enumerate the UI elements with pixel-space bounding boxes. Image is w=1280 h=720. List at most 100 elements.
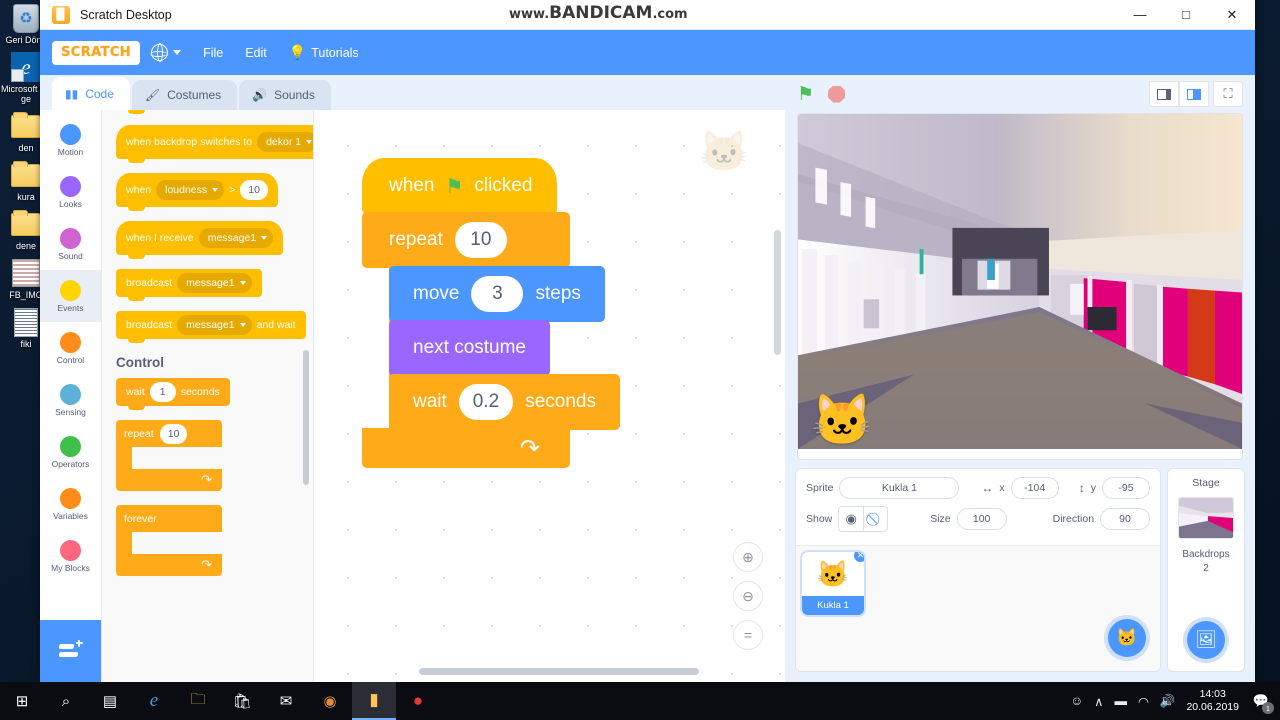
- stage-canvas[interactable]: 🐱: [797, 113, 1243, 460]
- file-explorer-button[interactable]: 🗀: [176, 682, 220, 720]
- tab-code[interactable]: ▮▮ Code: [52, 77, 130, 110]
- large-stage-button[interactable]: [1179, 81, 1209, 107]
- tab-sounds[interactable]: 🔊 Sounds: [239, 80, 331, 110]
- variables-color-dot: [60, 487, 81, 509]
- repeat-count-input[interactable]: 10: [159, 423, 188, 444]
- palette-block-broadcast[interactable]: broadcast message1: [116, 269, 313, 301]
- script-stack[interactable]: when ⚑ clicked repeat 10 move 3 steps ne…: [362, 158, 620, 468]
- category-events[interactable]: Events: [40, 270, 101, 322]
- palette-block-wait-seconds[interactable]: wait 1 seconds: [116, 378, 313, 410]
- palette-block-when-loudness[interactable]: when loudness > 10: [116, 173, 313, 211]
- mail-button[interactable]: ✉: [264, 682, 308, 720]
- backdrop-dropdown[interactable]: dekor 1: [257, 132, 313, 152]
- repeat-count-input[interactable]: 10: [454, 222, 507, 258]
- category-sound[interactable]: Sound: [40, 218, 101, 270]
- direction-input[interactable]: 90: [1100, 508, 1150, 530]
- y-position-input[interactable]: -95: [1101, 477, 1150, 499]
- repeat-bottom[interactable]: ↷: [362, 428, 570, 468]
- menu-edit[interactable]: Edit: [234, 30, 278, 75]
- category-looks[interactable]: Looks: [40, 166, 101, 218]
- palette-block-forever[interactable]: forever ↷: [116, 505, 222, 576]
- category-motion[interactable]: Motion: [40, 114, 101, 166]
- sprite-area: Sprite Kukla 1 ↔ x -104 ↕ y -95 Show ◉ S…: [785, 460, 1255, 682]
- sprite-name-input[interactable]: Kukla 1: [839, 477, 960, 499]
- canvas-horizontal-scrollbar[interactable]: [419, 668, 699, 675]
- show-hidden-icons-button[interactable]: ∧: [1094, 694, 1103, 709]
- message-dropdown[interactable]: message1: [177, 273, 252, 293]
- add-sprite-button[interactable]: 🐱: [1108, 619, 1146, 657]
- block-palette[interactable]: when backdrop switches to dekor 1 when l…: [102, 110, 314, 682]
- palette-block-when-backdrop-switches[interactable]: when backdrop switches to dekor 1: [116, 125, 313, 163]
- block-when-flag-clicked[interactable]: when ⚑ clicked: [362, 158, 557, 214]
- people-icon[interactable]: ☺: [1071, 694, 1084, 708]
- zoom-in-button[interactable]: ⊕: [733, 542, 763, 572]
- language-selector[interactable]: [140, 30, 192, 75]
- block-wait-seconds[interactable]: wait 0.2 seconds: [389, 374, 620, 436]
- message-dropdown[interactable]: message1: [198, 228, 274, 248]
- move-steps-input[interactable]: 3: [471, 276, 524, 312]
- minimize-button[interactable]: —: [1117, 0, 1163, 30]
- wifi-icon[interactable]: ◠: [1138, 694, 1149, 709]
- code-canvas[interactable]: 🐱 when ⚑ clicked repeat 10 move 3 steps …: [314, 110, 785, 682]
- category-my-blocks[interactable]: My Blocks: [40, 530, 101, 582]
- zoom-out-button[interactable]: ⊖: [733, 581, 763, 611]
- wait-seconds-input[interactable]: 0.2: [458, 384, 514, 420]
- notification-center-button[interactable]: 💬 1: [1250, 690, 1274, 714]
- add-extension-button[interactable]: [40, 620, 101, 682]
- show-on-button[interactable]: ◉: [839, 507, 864, 531]
- menu-tutorials[interactable]: 💡 Tutorials: [278, 30, 370, 75]
- block-repeat[interactable]: repeat 10: [362, 212, 570, 268]
- loop-arrow-icon: ↷: [201, 557, 212, 572]
- add-backdrop-button[interactable]: 🖼: [1187, 621, 1225, 659]
- bandicam-taskbar-button[interactable]: ●: [396, 682, 440, 720]
- media-button[interactable]: ◉: [308, 682, 352, 720]
- category-control[interactable]: Control: [40, 322, 101, 374]
- volume-icon[interactable]: 🔊: [1160, 694, 1176, 709]
- task-view-button[interactable]: ▤: [88, 682, 132, 720]
- tab-costumes[interactable]: 🖌 Costumes: [131, 80, 238, 110]
- wait-seconds-input[interactable]: 1: [149, 382, 176, 402]
- scratch-taskbar-button[interactable]: ▮: [352, 682, 396, 720]
- message-dropdown[interactable]: message1: [177, 315, 252, 335]
- stop-button[interactable]: [828, 85, 846, 103]
- block-next-costume[interactable]: next costume: [389, 320, 550, 382]
- palette-block-repeat[interactable]: repeat 10 ↷: [116, 420, 222, 491]
- chevron-down-icon: [239, 281, 246, 285]
- palette-block-partial-top[interactable]: [116, 110, 313, 115]
- notification-count: 1: [1262, 702, 1274, 714]
- code-canvas-area[interactable]: 🐱 when ⚑ clicked repeat 10 move 3 steps …: [314, 110, 785, 682]
- show-off-button[interactable]: ⃠: [863, 507, 888, 531]
- edge-icon: e: [9, 51, 43, 83]
- battery-icon[interactable]: ▬: [1114, 694, 1127, 708]
- x-position-input[interactable]: -104: [1010, 477, 1059, 499]
- taskbar-clock[interactable]: 14:03 20.06.2019: [1186, 688, 1239, 714]
- start-button[interactable]: ⊞: [0, 682, 44, 720]
- category-operators[interactable]: Operators: [40, 426, 101, 478]
- small-stage-button[interactable]: [1149, 81, 1179, 107]
- category-sensing[interactable]: Sensing: [40, 374, 101, 426]
- zoom-reset-button[interactable]: =: [733, 620, 763, 650]
- size-input[interactable]: 100: [956, 508, 1007, 530]
- loudness-dropdown[interactable]: loudness: [156, 180, 225, 200]
- microsoft-store-button[interactable]: 🛍: [220, 682, 264, 720]
- canvas-vertical-scrollbar[interactable]: [774, 230, 781, 355]
- palette-scrollbar[interactable]: [303, 350, 309, 485]
- green-flag-button[interactable]: ⚑: [797, 85, 814, 104]
- palette-block-broadcast-and-wait[interactable]: broadcast message1 and wait: [116, 311, 313, 343]
- loudness-threshold-input[interactable]: 10: [240, 180, 268, 200]
- palette-block-when-i-receive[interactable]: when I receive message1: [116, 221, 313, 259]
- block-text: broadcast: [126, 319, 173, 331]
- control-color-dot: [60, 331, 81, 353]
- scratch-logo[interactable]: SCRATCH: [52, 40, 141, 65]
- category-variables[interactable]: Variables: [40, 478, 101, 530]
- search-button[interactable]: ⌕: [44, 682, 88, 720]
- block-move-steps[interactable]: move 3 steps: [389, 266, 605, 328]
- stage-sprite-kukla-1[interactable]: 🐱: [811, 395, 873, 445]
- maximize-button[interactable]: □: [1163, 0, 1209, 30]
- fullscreen-button[interactable]: ⛶: [1213, 81, 1243, 107]
- stage-selector-panel[interactable]: Stage Backdrops 2 🖼: [1167, 468, 1245, 672]
- close-button[interactable]: ✕: [1209, 0, 1255, 30]
- sprite-card-kukla-1[interactable]: 🐱 Kukla 1 ✕: [802, 552, 864, 615]
- menu-file[interactable]: File: [192, 30, 234, 75]
- edge-button[interactable]: e: [132, 682, 176, 720]
